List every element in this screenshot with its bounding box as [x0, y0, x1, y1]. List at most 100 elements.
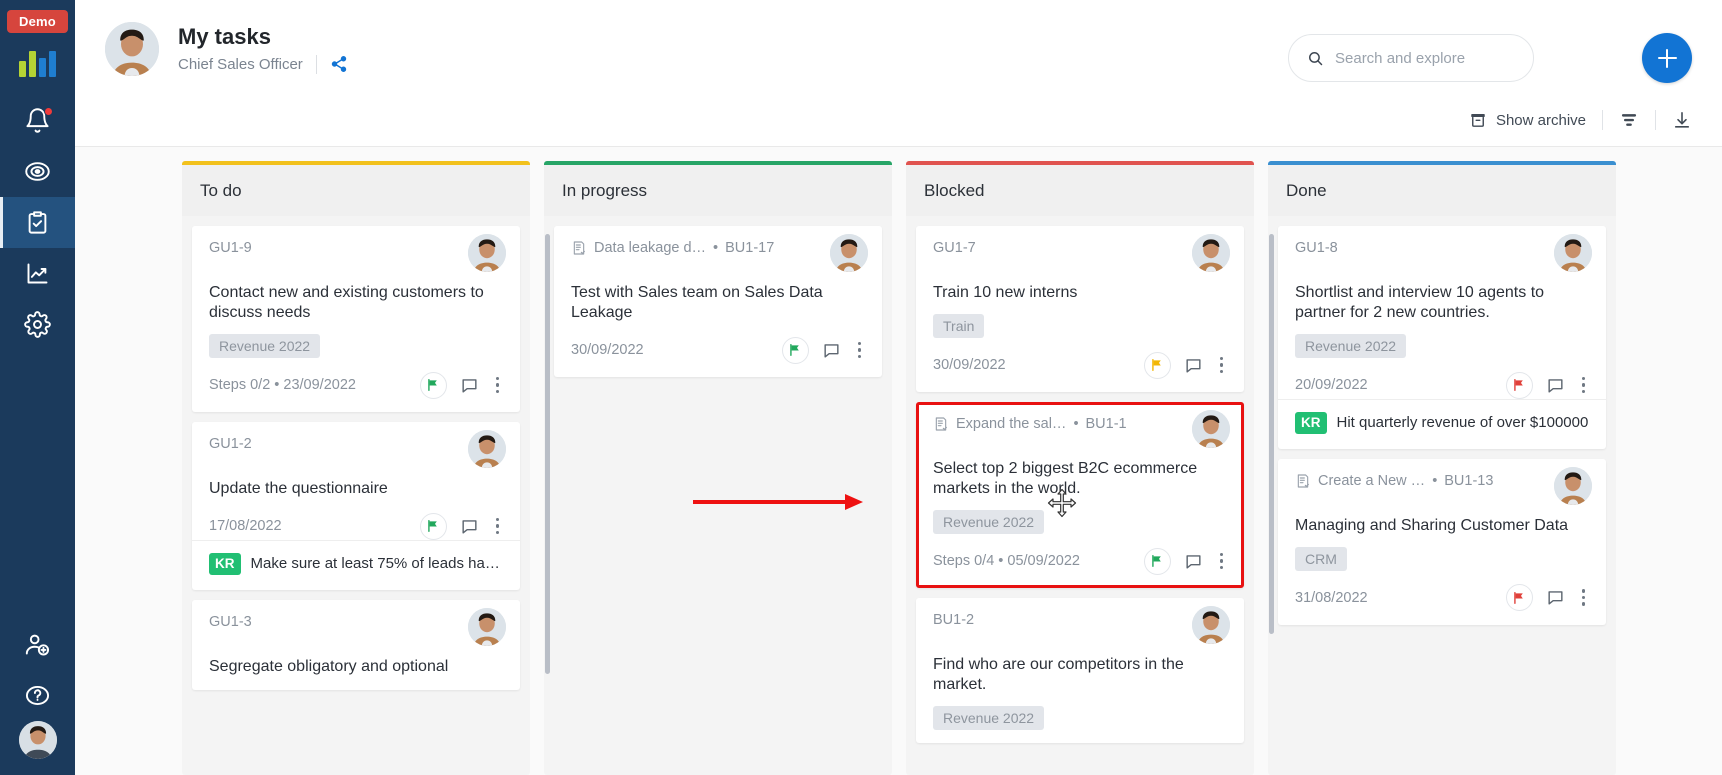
task-card[interactable]: BU1-2 Find who are our competitors in the… — [916, 598, 1244, 743]
card-assignee-avatar[interactable] — [468, 234, 506, 272]
priority-flag-button[interactable] — [1143, 351, 1171, 379]
card-menu-button[interactable] — [1216, 355, 1228, 376]
card-menu-button[interactable] — [854, 340, 866, 361]
divider — [315, 54, 317, 74]
app-logo[interactable] — [19, 49, 56, 77]
flag-icon — [1152, 359, 1161, 371]
card-id: GU1-2 — [209, 436, 252, 452]
search-icon — [1309, 51, 1323, 65]
page-subtitle: Chief Sales Officer — [178, 55, 303, 73]
key-result-row[interactable]: KR Hit quarterly revenue of over $100000 — [1278, 399, 1606, 436]
card-header: Create a New … • BU1-13 — [1295, 466, 1592, 505]
task-card[interactable]: Create a New … • BU1-13 Managing and Sharin… — [1278, 458, 1606, 625]
card-footer: 30/09/2022 — [571, 336, 865, 364]
task-card[interactable]: GU1-8 Shortlist and interview 10 agents t… — [1278, 226, 1606, 449]
avatar-photo — [468, 234, 506, 272]
sidebar-user-avatar[interactable] — [18, 721, 57, 759]
card-menu-button[interactable] — [1216, 551, 1228, 572]
card-menu-button[interactable] — [1578, 375, 1590, 396]
filter-button[interactable] — [1619, 110, 1639, 130]
avatar-photo — [1554, 466, 1592, 505]
card-tag: Train — [933, 314, 985, 338]
help-question-icon — [25, 685, 50, 706]
card-menu-button[interactable] — [492, 375, 504, 396]
card-menu-button[interactable] — [1578, 587, 1590, 608]
divider — [1655, 110, 1656, 130]
page-title: My tasks — [178, 24, 271, 50]
sidebar-item-help[interactable] — [0, 670, 75, 721]
search-input[interactable] — [1335, 49, 1515, 67]
card-menu-button[interactable] — [492, 516, 504, 537]
header-avatar[interactable] — [105, 22, 159, 76]
task-card[interactable]: GU1-2 Update the questionnaire 17/08/2022 K… — [192, 422, 520, 590]
key-result-row[interactable]: KR Make sure at least 75% of leads have… — [192, 540, 520, 577]
priority-flag-button[interactable] — [419, 512, 447, 540]
comment-button[interactable] — [1546, 376, 1565, 395]
task-card[interactable]: Data leakage d… • BU1-17 Test with Sales te… — [554, 226, 882, 377]
download-button[interactable] — [1672, 110, 1692, 130]
card-assignee-avatar[interactable] — [1554, 466, 1592, 505]
search-box[interactable] — [1288, 34, 1534, 82]
card-header: GU1-8 — [1295, 234, 1592, 272]
avatar-photo — [1192, 606, 1230, 644]
card-meta: Create a New … • BU1-13 — [1295, 473, 1493, 489]
priority-flag-button[interactable] — [1505, 584, 1533, 612]
card-assignee-avatar[interactable] — [1192, 410, 1230, 448]
card-assignee-avatar[interactable] — [1192, 606, 1230, 644]
card-id: BU1-17 — [725, 240, 775, 256]
goals-target-icon — [25, 162, 50, 181]
analytics-chart-icon — [27, 263, 48, 284]
card-assignee-avatar[interactable] — [1554, 234, 1592, 272]
card-footer-text: Steps 0/2 • 23/09/2022 — [209, 377, 356, 393]
card-title: Find who are our competitors in the mark… — [933, 656, 1184, 693]
sidebar-item-tasks[interactable] — [0, 197, 75, 248]
avatar-photo — [18, 721, 57, 759]
sidebar-item-analytics[interactable] — [0, 248, 75, 299]
kr-text: Make sure at least 75% of leads have… — [250, 555, 504, 573]
card-tag: CRM — [1295, 546, 1347, 571]
kr-badge: KR — [209, 553, 241, 575]
comment-button[interactable] — [1184, 552, 1203, 571]
task-card[interactable]: Expand the sal… • BU1-1 Select top 2 bigges… — [916, 402, 1244, 588]
card-footer-text: Steps 0/4 • 05/09/2022 — [933, 553, 1080, 569]
notification-badge-dot — [44, 107, 53, 116]
comment-button[interactable] — [460, 376, 479, 395]
sidebar-item-goals[interactable] — [0, 146, 75, 197]
priority-flag-button[interactable] — [1143, 547, 1171, 575]
priority-flag-button[interactable] — [781, 336, 809, 364]
avatar-photo — [830, 234, 868, 272]
comment-button[interactable] — [1546, 588, 1565, 607]
card-meta: GU1-3 — [209, 614, 252, 630]
priority-flag-button[interactable] — [1505, 371, 1533, 399]
comment-button[interactable] — [822, 341, 841, 360]
card-header: GU1-2 — [209, 430, 506, 468]
sidebar-item-settings[interactable] — [0, 299, 75, 350]
column-scrollbar[interactable] — [545, 234, 550, 674]
column-scrollbar[interactable] — [1269, 234, 1274, 634]
card-assignee-avatar[interactable] — [468, 607, 506, 646]
share-button[interactable] — [330, 55, 348, 73]
add-button[interactable] — [1642, 33, 1692, 83]
task-card[interactable]: GU1-9 Contact new and existing customers … — [192, 226, 520, 412]
sidebar-item-notifications[interactable] — [0, 95, 75, 146]
card-title: Segregate obligatory and optional — [209, 657, 449, 675]
task-card[interactable]: GU1-7 Train 10 new interns Train 30/09/2022 — [916, 226, 1244, 392]
sidebar-item-invite-user[interactable] — [0, 619, 75, 670]
card-footer: Steps 0/4 • 05/09/2022 — [933, 547, 1227, 575]
priority-flag-button[interactable] — [419, 371, 447, 399]
show-archive-button[interactable]: Show archive — [1469, 111, 1586, 129]
card-meta: GU1-2 — [209, 436, 252, 452]
card-title: Managing and Sharing Customer Data — [1295, 516, 1569, 534]
card-assignee-avatar[interactable] — [468, 430, 506, 468]
card-assignee-avatar[interactable] — [1192, 234, 1230, 272]
comment-button[interactable] — [1184, 356, 1203, 375]
comment-button[interactable] — [460, 517, 479, 536]
column-header: Blocked — [906, 161, 1254, 216]
task-card[interactable]: GU1-3 Segregate obligatory and optional — [192, 599, 520, 690]
demo-badge: Demo — [7, 10, 68, 33]
card-footer: 30/09/2022 — [933, 351, 1227, 379]
card-header: BU1-2 — [933, 606, 1230, 644]
card-actions — [1143, 547, 1228, 575]
card-assignee-avatar[interactable] — [830, 234, 868, 272]
card-tag: Revenue 2022 — [933, 706, 1045, 730]
